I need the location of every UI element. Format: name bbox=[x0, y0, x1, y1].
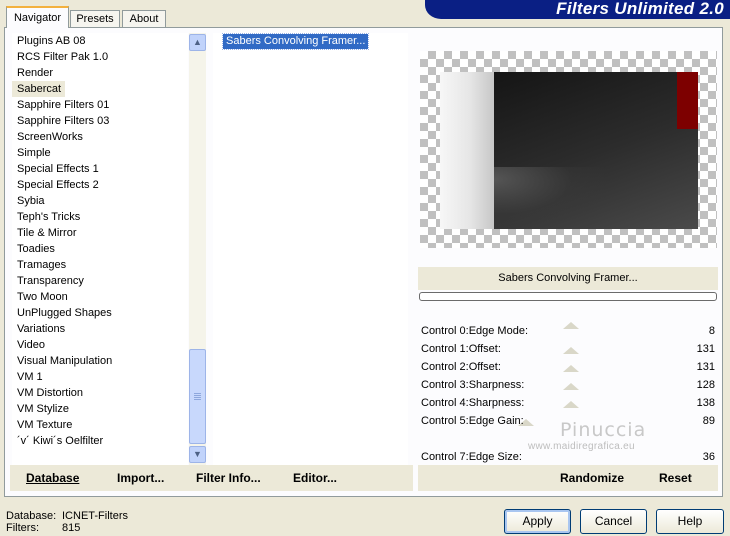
control-4-label: Control 4:Sharpness: bbox=[421, 397, 525, 409]
control-2-label: Control 2:Offset: bbox=[421, 361, 501, 373]
control-4[interactable]: Control 4:Sharpness: 138 bbox=[418, 394, 718, 412]
category-item[interactable]: Render bbox=[12, 65, 188, 81]
control-1-label: Control 1:Offset: bbox=[421, 343, 501, 355]
category-item[interactable]: Two Moon bbox=[12, 289, 188, 305]
status-database-label: Database: bbox=[6, 510, 57, 522]
category-item[interactable]: Sapphire Filters 01 bbox=[12, 97, 188, 113]
tab-navigator[interactable]: Navigator bbox=[6, 6, 69, 28]
category-item[interactable]: Tile & Mirror bbox=[12, 225, 188, 241]
control-1-value: 131 bbox=[696, 343, 715, 355]
category-item[interactable]: VM Stylize bbox=[12, 401, 188, 417]
right-button-bar: Randomize Reset bbox=[418, 465, 718, 491]
category-item[interactable]: Sybia bbox=[12, 193, 188, 209]
filter-item-selected[interactable]: Sabers Convolving Framer... bbox=[221, 33, 370, 50]
control-5-value: 89 bbox=[702, 415, 715, 427]
control-3-label: Control 3:Sharpness: bbox=[421, 379, 525, 391]
control-4-value: 138 bbox=[696, 397, 715, 409]
watermark-name: Pinuccia bbox=[560, 419, 647, 441]
status-filters: Filters: 815 bbox=[6, 522, 80, 534]
control-0[interactable]: Control 0:Edge Mode: 8 bbox=[418, 322, 718, 340]
control-3-value: 128 bbox=[696, 379, 715, 391]
app-title: Filters Unlimited 2.0 bbox=[556, 0, 724, 18]
progress-bar bbox=[419, 292, 717, 301]
help-button[interactable]: Help bbox=[656, 509, 724, 534]
scroll-down-button[interactable]: ▼ bbox=[189, 446, 206, 463]
randomize-button[interactable]: Randomize bbox=[560, 465, 624, 491]
category-item[interactable]: UnPlugged Shapes bbox=[12, 305, 188, 321]
category-item[interactable]: Special Effects 2 bbox=[12, 177, 188, 193]
status-database-value: ICNET-Filters bbox=[62, 510, 128, 522]
scroll-thumb[interactable] bbox=[189, 349, 206, 444]
category-item[interactable]: Video bbox=[12, 337, 188, 353]
category-scrollbar[interactable]: ▲ ▼ bbox=[189, 33, 206, 465]
tab-about[interactable]: About bbox=[122, 10, 166, 27]
filter-info-button[interactable]: Filter Info... bbox=[196, 465, 261, 491]
category-item[interactable]: Tramages bbox=[12, 257, 188, 273]
preview-red-block bbox=[677, 72, 698, 129]
title-banner: Filters Unlimited 2.0 bbox=[425, 0, 730, 19]
category-item[interactable]: Transparency bbox=[12, 273, 188, 289]
status-filters-label: Filters: bbox=[6, 522, 39, 534]
category-list[interactable]: Plugins AB 08 RCS Filter Pak 1.0 Render Sab… bbox=[12, 33, 188, 465]
control-2-value: 131 bbox=[696, 361, 715, 373]
filter-list[interactable]: Sabers Convolving Framer... bbox=[213, 33, 408, 465]
status-database: Database: ICNET-Filters bbox=[6, 510, 128, 522]
tab-presets[interactable]: Presets bbox=[70, 10, 120, 27]
control-0-value: 8 bbox=[708, 325, 715, 337]
category-item[interactable]: Simple bbox=[12, 145, 188, 161]
preview-canvas bbox=[420, 51, 717, 248]
scroll-up-button[interactable]: ▲ bbox=[189, 34, 206, 51]
category-item[interactable]: Plugins AB 08 bbox=[12, 33, 188, 49]
category-item[interactable]: ScreenWorks bbox=[12, 129, 188, 145]
category-item[interactable]: VM Distortion bbox=[12, 385, 188, 401]
category-item[interactable]: VM 1 bbox=[12, 369, 188, 385]
control-5-label: Control 5:Edge Gain: bbox=[421, 415, 524, 427]
control-2[interactable]: Control 2:Offset: 131 bbox=[418, 358, 718, 376]
category-item[interactable]: Visual Manipulation bbox=[12, 353, 188, 369]
category-item[interactable]: Sapphire Filters 03 bbox=[12, 113, 188, 129]
category-item[interactable]: Teph's Tricks bbox=[12, 209, 188, 225]
control-7-label: Control 7:Edge Size: bbox=[421, 451, 522, 463]
category-item[interactable]: ´v´ Kiwi´s Oelfilter bbox=[12, 433, 188, 449]
category-item[interactable]: VM Texture bbox=[12, 417, 188, 433]
control-1[interactable]: Control 1:Offset: 131 bbox=[418, 340, 718, 358]
reset-button[interactable]: Reset bbox=[659, 465, 692, 491]
editor-button[interactable]: Editor... bbox=[293, 465, 337, 491]
left-button-bar: Database Import... Filter Info... Editor… bbox=[10, 465, 413, 491]
status-filters-value: 815 bbox=[62, 522, 81, 534]
selected-filter-name: Sabers Convolving Framer... bbox=[418, 267, 718, 290]
control-7-value: 36 bbox=[702, 451, 715, 463]
watermark-site: www.maidiregrafica.eu bbox=[528, 441, 635, 452]
cancel-button[interactable]: Cancel bbox=[580, 509, 647, 534]
control-0-label: Control 0:Edge Mode: bbox=[421, 325, 529, 337]
category-item[interactable]: Toadies bbox=[12, 241, 188, 257]
category-item[interactable]: Variations bbox=[12, 321, 188, 337]
preview-image bbox=[440, 72, 698, 229]
control-3[interactable]: Control 3:Sharpness: 128 bbox=[418, 376, 718, 394]
import-button[interactable]: Import... bbox=[117, 465, 164, 491]
category-item[interactable]: Special Effects 1 bbox=[12, 161, 188, 177]
database-button[interactable]: Database bbox=[26, 465, 79, 491]
category-item[interactable]: Sabercat bbox=[12, 81, 65, 97]
apply-button[interactable]: Apply bbox=[504, 509, 571, 534]
category-item[interactable]: RCS Filter Pak 1.0 bbox=[12, 49, 188, 65]
